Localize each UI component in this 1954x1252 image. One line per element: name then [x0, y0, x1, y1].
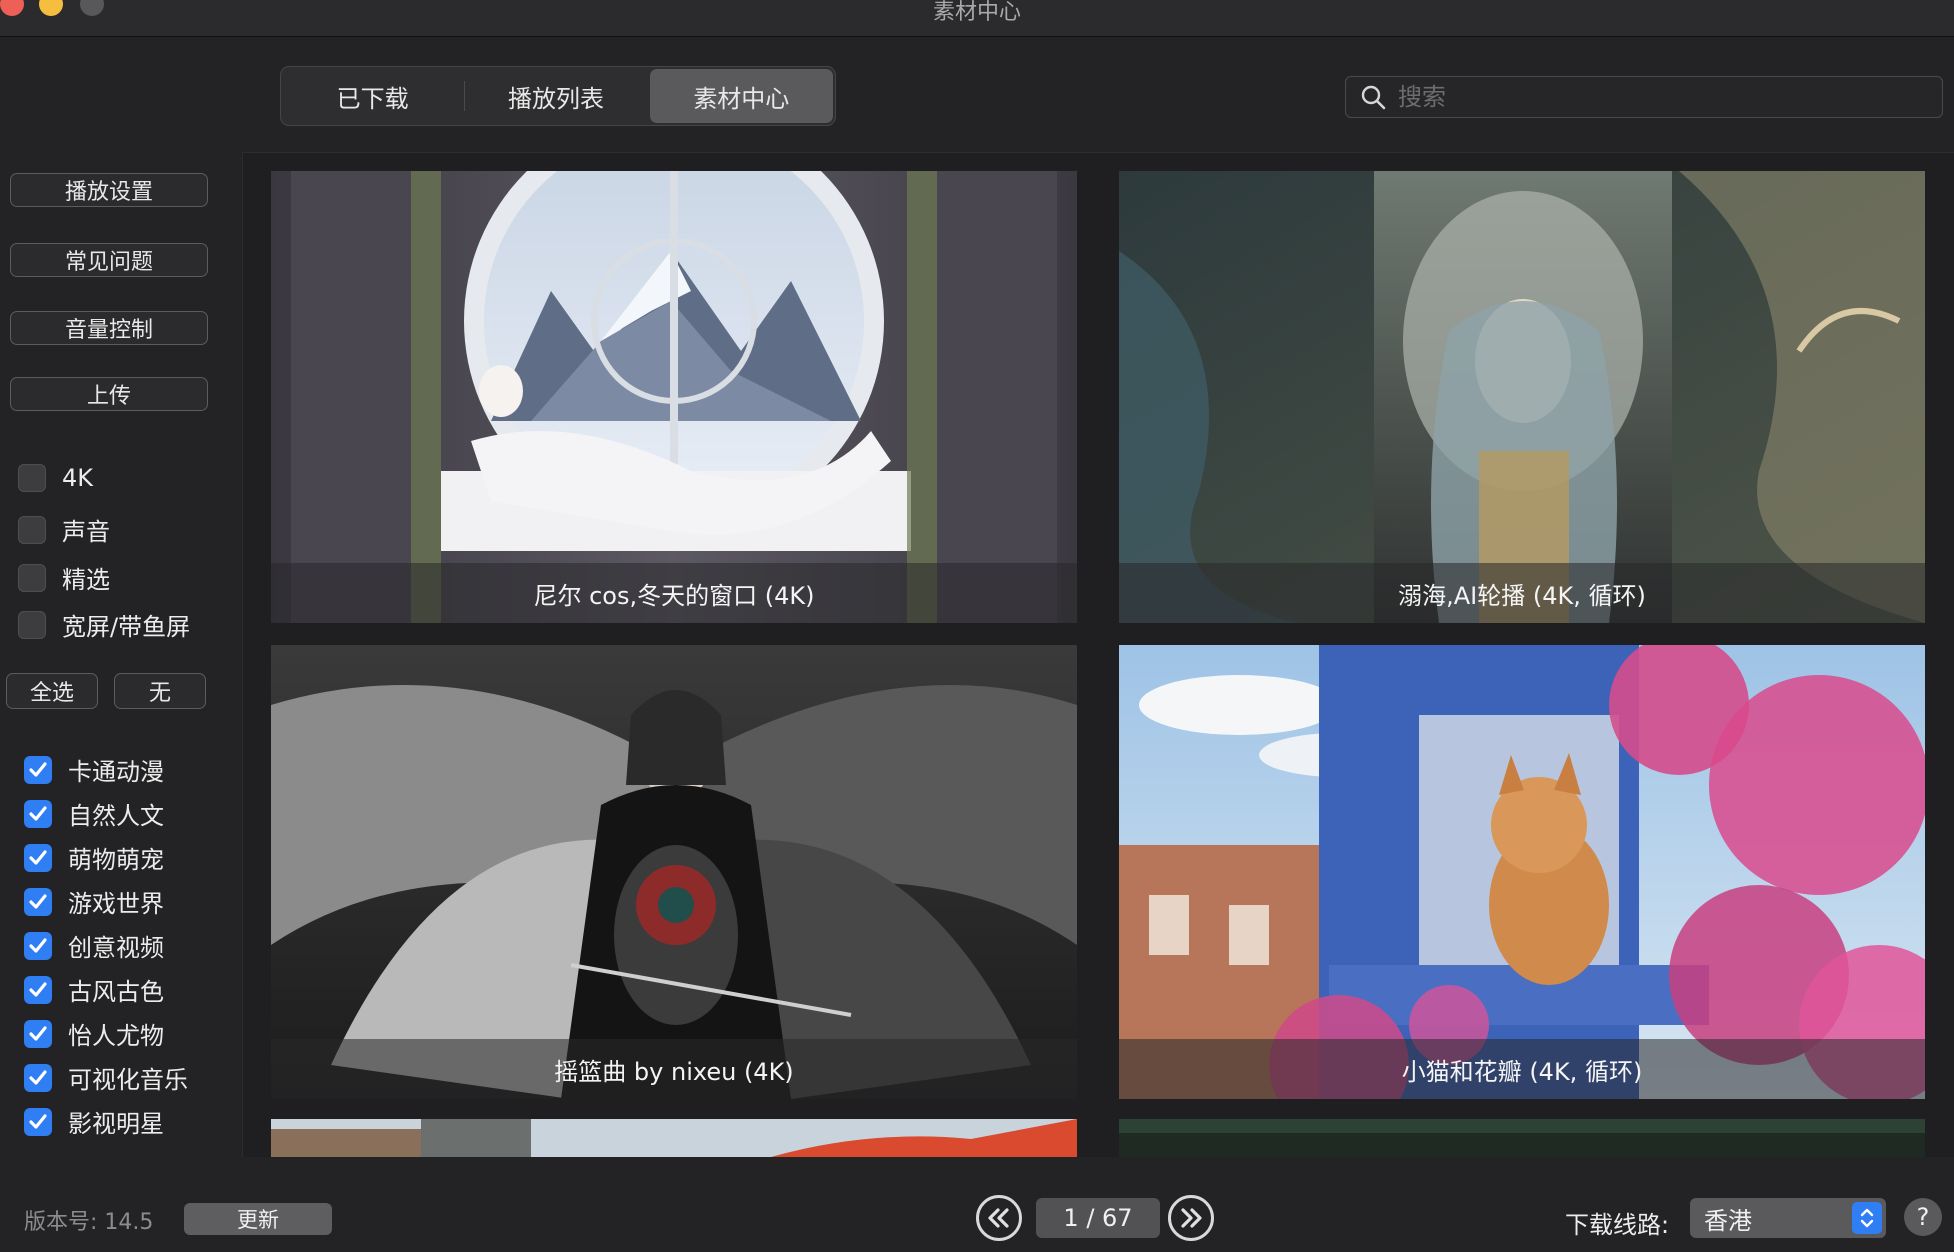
checkbox[interactable]: [18, 610, 46, 639]
checkbox[interactable]: [18, 464, 46, 492]
material-title: 尼尔 cos,冬天的窗口 (4K): [271, 563, 1077, 623]
checkbox[interactable]: [24, 843, 52, 872]
material-card[interactable]: [1119, 1119, 1925, 1157]
material-title: 溺海,AI轮播 (4K, 循环): [1119, 563, 1925, 623]
category-filter[interactable]: 游戏世界: [24, 884, 164, 919]
checkmark-icon: [29, 849, 47, 865]
checkmark-icon: [29, 1025, 47, 1041]
thumbnail-image: [1119, 1119, 1925, 1157]
filter-4k[interactable]: 4K: [18, 464, 93, 492]
volume-control-button[interactable]: 音量控制: [10, 311, 208, 345]
category-label: 自然人文: [68, 802, 164, 830]
filter-label: 宽屏/带鱼屏: [62, 613, 191, 641]
tab-material-center[interactable]: 素材中心: [649, 69, 833, 123]
filter-sound[interactable]: 声音: [18, 512, 110, 547]
checkmark-icon: [29, 937, 47, 953]
category-filter[interactable]: 创意视频: [24, 928, 164, 963]
material-title: 摇篮曲 by nixeu (4K): [271, 1039, 1077, 1099]
filter-label: 4K: [62, 464, 94, 492]
category-filter[interactable]: 可视化音乐: [24, 1060, 188, 1095]
material-grid: 尼尔 cos,冬天的窗口 (4K) 溺海,AI轮播 (4K, 循环) 摇篮曲 b…: [242, 152, 1954, 1157]
checkbox[interactable]: [24, 931, 52, 960]
playback-settings-button[interactable]: 播放设置: [10, 173, 208, 207]
checkmark-icon: [29, 1069, 47, 1085]
material-card[interactable]: 尼尔 cos,冬天的窗口 (4K): [271, 171, 1077, 623]
double-chevron-right-icon: [1181, 1208, 1202, 1228]
category-filter[interactable]: 怡人尤物: [24, 1016, 164, 1051]
category-label: 可视化音乐: [68, 1066, 188, 1094]
filter-featured[interactable]: 精选: [18, 560, 110, 595]
checkbox[interactable]: [24, 1107, 52, 1136]
checkmark-icon: [29, 981, 47, 997]
version-label: 版本号: 14.5: [24, 1210, 154, 1235]
checkbox[interactable]: [24, 799, 52, 828]
help-button[interactable]: ?: [1904, 1198, 1942, 1236]
checkmark-icon: [29, 1113, 47, 1129]
category-label: 古风古色: [68, 978, 164, 1006]
page-indicator: 1 / 67: [1036, 1198, 1160, 1238]
previous-page-button[interactable]: [976, 1195, 1022, 1241]
checkmark-icon: [29, 761, 47, 777]
thumbnail-image: [271, 171, 1077, 623]
window-title: 素材中心: [932, 0, 1021, 25]
checkmark-icon: [29, 805, 47, 821]
tab-playlist[interactable]: 播放列表: [464, 67, 647, 125]
select-all-button[interactable]: 全选: [6, 673, 98, 709]
search-icon: [1361, 85, 1386, 110]
title-bar: 素材中心: [0, 0, 1954, 37]
thumbnail-image: [271, 1119, 1077, 1157]
filter-label: 精选: [62, 566, 110, 594]
category-label: 创意视频: [68, 934, 164, 962]
double-chevron-left-icon: [988, 1208, 1009, 1228]
checkbox[interactable]: [24, 755, 52, 784]
material-card[interactable]: [271, 1119, 1077, 1157]
tab-bar: 已下载 播放列表 素材中心: [280, 66, 836, 126]
category-filter[interactable]: 影视明星: [24, 1104, 164, 1139]
material-card[interactable]: 小猫和花瓣 (4K, 循环): [1119, 645, 1925, 1099]
material-title: 小猫和花瓣 (4K, 循环): [1119, 1039, 1925, 1099]
download-route-value: 香港: [1704, 1206, 1752, 1235]
filter-widescreen[interactable]: 宽屏/带鱼屏: [18, 607, 190, 642]
category-label: 卡通动漫: [68, 758, 164, 786]
up-down-arrows-icon: [1852, 1202, 1882, 1234]
upload-button[interactable]: 上传: [10, 377, 208, 411]
select-none-button[interactable]: 无: [114, 673, 206, 709]
update-button[interactable]: 更新: [184, 1203, 332, 1235]
checkbox[interactable]: [18, 563, 46, 592]
category-filter[interactable]: 卡通动漫: [24, 752, 164, 787]
checkbox[interactable]: [24, 975, 52, 1004]
tab-downloaded[interactable]: 已下载: [281, 67, 464, 125]
search-input[interactable]: [1396, 82, 1920, 112]
category-label: 萌物萌宠: [68, 846, 164, 874]
checkbox[interactable]: [18, 515, 46, 544]
checkbox[interactable]: [24, 887, 52, 916]
next-page-button[interactable]: [1168, 1195, 1214, 1241]
category-filter[interactable]: 萌物萌宠: [24, 840, 164, 875]
download-route-label: 下载线路:: [1565, 1211, 1670, 1239]
faq-button[interactable]: 常见问题: [10, 243, 208, 277]
filter-label: 声音: [62, 518, 110, 546]
thumbnail-image: [271, 645, 1077, 1099]
material-card[interactable]: 溺海,AI轮播 (4K, 循环): [1119, 171, 1925, 623]
category-filter[interactable]: 古风古色: [24, 972, 164, 1007]
thumbnail-image: [1119, 171, 1925, 623]
search-box: [1345, 76, 1943, 118]
download-route-select[interactable]: 香港: [1690, 1198, 1886, 1238]
thumbnail-image: [1119, 645, 1925, 1099]
checkmark-icon: [29, 893, 47, 909]
category-filter[interactable]: 自然人文: [24, 796, 164, 831]
checkbox[interactable]: [24, 1019, 52, 1048]
category-label: 影视明星: [68, 1110, 164, 1138]
category-label: 游戏世界: [68, 890, 164, 918]
checkbox[interactable]: [24, 1063, 52, 1092]
category-label: 怡人尤物: [68, 1022, 164, 1050]
material-card[interactable]: 摇篮曲 by nixeu (4K): [271, 645, 1077, 1099]
